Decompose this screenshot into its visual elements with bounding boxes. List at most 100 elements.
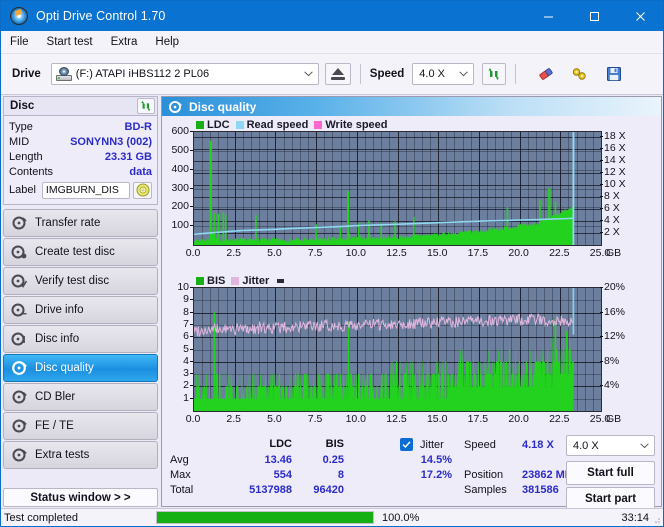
sidebar-item-disc-info[interactable]: Disc info [3,325,158,353]
transfer-rate-icon [12,216,27,230]
eject-button[interactable] [324,63,351,85]
legend-item-ldc: LDC [196,119,230,131]
left-sidebar: Disc Type BD-R MID SONYNN3 (002) Length [3,96,158,481]
y-tick [190,373,193,375]
status-window-button[interactable]: Status window > > [3,488,158,507]
y2-tick [600,135,603,137]
sidebar-item-extra-tests[interactable]: Extra tests [3,441,158,469]
minimize-icon[interactable] [525,1,571,31]
disc-contents-label: Contents [9,165,54,178]
legend-label: LDC [207,118,230,131]
stats-col-bis: BIS [325,438,344,450]
y2-tick [600,159,603,161]
test-speed-select[interactable]: 4.0 X [566,435,655,456]
y2-tick [600,385,603,387]
disc-refresh-button[interactable] [137,98,155,114]
title-bar: Opti Drive Control 1.70 [1,1,663,31]
sidebar-item-create-test-disc[interactable]: Create test disc [3,238,158,266]
y-tick-label: 2 [183,379,189,392]
resize-grip-icon[interactable] [651,514,661,524]
y-tick-label: 6 [183,330,189,343]
legend-swatch [196,276,204,285]
progress-percent: 100.0% [382,511,420,524]
y-tick-label: 9 [183,293,189,306]
y2-tick [600,219,603,221]
elapsed-time: 33:14 [621,511,649,524]
window-controls [525,1,663,31]
statistics-panel: LDC BIS Avg Max Total 13.46 554 5137988 … [162,435,661,511]
disc-info-icon [11,332,25,346]
y-tick [190,323,193,325]
start-full-button[interactable]: Start full [566,461,655,485]
stats-jitter-max: 17.2% [420,469,452,481]
disc-contents-value: data [129,165,152,178]
y-tick-label: 8 [183,305,189,318]
jitter-checkbox[interactable] [400,438,413,451]
disc-row-mid: MID SONYNN3 (002) [9,134,152,149]
eject-icon [330,68,345,80]
stats-col-ldc: LDC [269,438,292,450]
x-tick-label: 12.5 [386,247,407,259]
stats-jitter-label: Jitter [420,439,444,451]
check-icon [402,441,411,449]
progress-bar [156,511,374,524]
sidebar-item-cd-bler[interactable]: CD Bler [3,383,158,411]
sidebar-label: Drive info [35,304,84,316]
y-tick [190,397,193,399]
refresh-icon [488,68,500,80]
x-tick-label: 7.5 [307,247,323,259]
x-tick-label: 12.5 [386,413,407,425]
sidebar-item-transfer-rate[interactable]: Transfer rate [3,209,158,237]
legend-item-bis: BIS [196,275,225,287]
legend-label: Jitter [242,274,270,287]
save-button[interactable] [601,62,627,86]
drive-select[interactable]: (F:) ATAPI iHBS112 2 PL06 [50,63,319,85]
page-title: Disc quality [189,99,257,114]
drive-select-value: (F:) ATAPI iHBS112 2 PL06 [75,68,210,80]
y-tick-label: 1 [183,391,189,404]
x-tick-label: 22.5 [549,413,570,425]
menu-start-test[interactable]: Start test [38,34,102,50]
legend-item-read-speed: Read speed [235,119,308,131]
bis-chart-legend: BIS Jitter [196,274,285,287]
sidebar-item-verify-test-disc[interactable]: Verify test disc [3,267,158,295]
y2-tick-label: 2 X [604,225,620,238]
sidebar-item-disc-quality[interactable]: Disc quality [3,354,158,382]
bis-plot-area [193,287,602,412]
sidebar-item-fe-te[interactable]: FE / TE [3,412,158,440]
refresh-button[interactable] [482,63,507,85]
erase-button[interactable] [533,62,559,86]
sidebar-item-drive-info[interactable]: Drive info [3,296,158,324]
y-tick [190,149,193,151]
y2-tick-label: 14 X [604,153,626,166]
y-tick [190,360,193,362]
maximize-icon[interactable] [571,1,617,31]
close-icon[interactable] [617,1,663,31]
disc-label-field[interactable]: IMGBURN_DIS [41,181,130,199]
speed-select[interactable]: 4.0 X [412,63,475,85]
refresh-icon [141,100,151,112]
disc-info-body: Type BD-R MID SONYNN3 (002) Length 23.31… [3,116,158,205]
toolbar-divider [359,64,361,84]
disc-length-value: 23.31 GB [104,150,152,163]
disc-label-value: IMGBURN_DIS [45,184,119,196]
x-tick-label: 17.5 [467,413,489,425]
eraser-icon [539,68,553,80]
menu-help[interactable]: Help [146,34,188,50]
disc-properties-button[interactable] [133,181,152,199]
y2-tick [600,311,603,313]
x-tick-label: 2.5 [226,413,241,425]
menu-file[interactable]: File [1,34,38,50]
bis-chart: BIS Jitter 1 2 3 4 5 6 7 8 9 10 4% 8% 12% 16% 20% 0.0 2.… [162,273,661,433]
x-tick-label: 5.0 [267,247,282,259]
chevron-down-icon [459,71,469,77]
y2-tick-label: 12% [604,330,626,343]
tools-button[interactable] [567,62,593,86]
y-tick [190,187,193,189]
y-tick [190,299,193,301]
disc-length-label: Length [9,150,43,163]
menu-extra[interactable]: Extra [102,34,147,50]
speed-label: Speed [369,68,405,80]
progress-bar-fill [157,512,373,523]
drive-label: Drive [12,68,41,80]
